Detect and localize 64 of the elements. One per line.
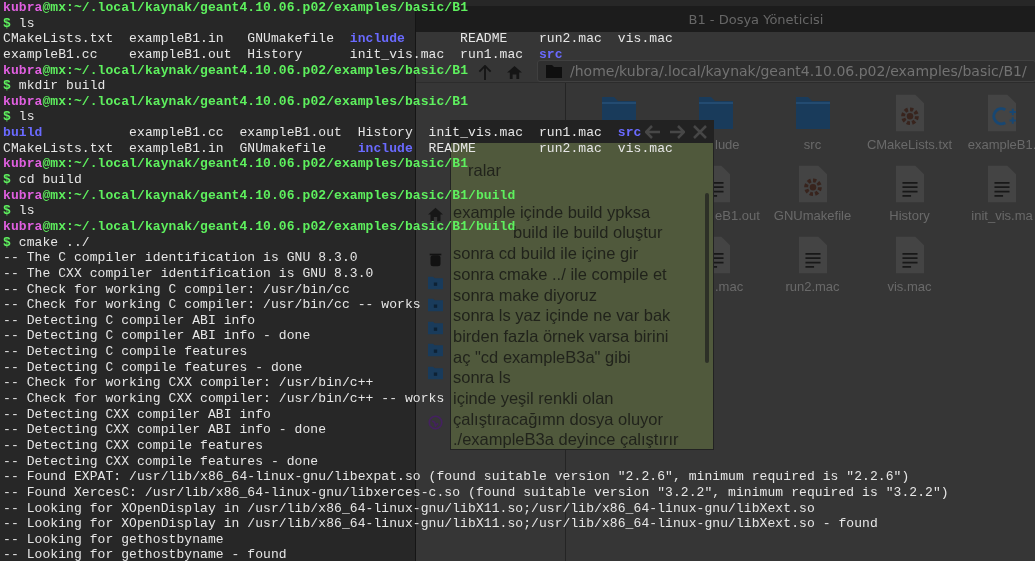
folder-icon[interactable] xyxy=(427,297,444,312)
trash-icon[interactable] xyxy=(427,252,444,267)
settings-file-icon xyxy=(798,165,827,203)
home-button[interactable] xyxy=(506,64,523,81)
terminal-line: kubra@mx:~/.local/kaynak/geant4.10.06.p02/examples/basic/B1 xyxy=(3,156,468,172)
terminal-line: -- Detecting C compiler ABI info - done xyxy=(3,328,311,345)
document-icon xyxy=(798,236,827,274)
terminal-line: $ ls xyxy=(3,109,35,126)
settings-file-icon xyxy=(895,94,924,132)
terminal-line: -- The CXX compiler identification is GNU 8.3.0 xyxy=(3,265,374,282)
terminal-line: $ mkdir build xyxy=(3,78,106,94)
terminal-line: $ ls xyxy=(3,15,35,32)
globe-icon[interactable] xyxy=(427,414,444,430)
terminal-line: -- Detecting CXX compiler ABI info xyxy=(3,406,271,423)
terminal-line: -- Check for working CXX compiler: /usr/bin/c++ xyxy=(3,375,374,391)
terminal-line: -- The C compiler identification is GNU 8.3.0 xyxy=(3,250,358,266)
terminal-line: -- Detecting CXX compiler ABI info - done xyxy=(3,422,327,438)
terminal-line: build exampleB1.cc exampleB1.out History init_vis.mac run1.mac src xyxy=(3,125,642,141)
terminal-line: $ cmake ../ xyxy=(3,234,90,251)
terminal-line: CMakeLists.txt exampleB1.in GNUmakefile include README run2.mac vis.mac xyxy=(3,31,673,47)
terminal-line: -- Looking for gethostbyname - found xyxy=(3,547,287,561)
terminal-line: -- Looking for XOpenDisplay in /usr/lib/x86_64-linux-gnu/libX11.so;/usr/lib/x86_64-linux-gnu/libXext.so - found xyxy=(3,516,878,532)
terminal-line: -- Detecting C compile features - done xyxy=(3,359,303,376)
folder-icon xyxy=(794,97,831,129)
terminal-line: kubra@mx:~/.local/kaynak/geant4.10.06.p02/examples/basic/B1/build xyxy=(3,187,516,204)
folder-icon xyxy=(546,64,562,78)
home-icon xyxy=(506,65,523,80)
close-icon[interactable] xyxy=(693,125,707,139)
terminal-line: -- Check for working CXX compiler: /usr/bin/c++ -- works xyxy=(3,391,445,407)
terminal-line: -- Found XercesC: /usr/lib/x86_64-linux-gnu/libxerces-c.so (found suitable version "3.2.2", minimum required is "3.2.2") xyxy=(3,484,949,501)
left-arrow-icon[interactable] xyxy=(645,125,661,139)
terminal-line: -- Check for working C compiler: /usr/bin/cc xyxy=(3,281,350,298)
terminal-line: $ ls xyxy=(3,203,35,219)
up-button[interactable] xyxy=(478,64,492,81)
source-file-icon xyxy=(988,94,1016,132)
terminal-line: kubra@mx:~/.local/kaynak/geant4.10.06.p02/examples/basic/B1 xyxy=(3,93,468,110)
terminal-line: -- Detecting CXX compile features - done xyxy=(3,453,319,470)
terminal-line: -- Looking for XOpenDisplay in /usr/lib/x86_64-linux-gnu/libX11.so;/usr/lib/x86_64-linux-gnu/libXext.so xyxy=(3,500,815,517)
right-arrow-icon[interactable] xyxy=(669,125,685,139)
note-text: ralar xyxy=(468,161,501,181)
document-icon xyxy=(988,165,1016,203)
folder-icon[interactable] xyxy=(427,274,444,290)
terminal-line: -- Detecting C compile features xyxy=(3,344,248,360)
home-icon[interactable] xyxy=(427,207,444,222)
up-arrow-icon xyxy=(478,65,492,80)
scrollbar[interactable] xyxy=(705,193,709,363)
terminal-line: kubra@mx:~/.local/kaynak/geant4.10.06.p02/examples/basic/B1/build xyxy=(3,218,516,234)
folder-icon[interactable] xyxy=(427,319,444,335)
terminal-line: kubra@mx:~/.local/kaynak/geant4.10.06.p02/examples/basic/B1 xyxy=(3,62,468,79)
terminal-line: exampleB1.cc exampleB1.out History init_vis.mac run1.mac src xyxy=(3,46,563,63)
folder-icon[interactable] xyxy=(427,342,444,357)
terminal-line: -- Found EXPAT: /usr/lib/x86_64-linux-gnu/libexpat.so (found suitable version "2.2.6", minimum required is "2.2.6") xyxy=(3,469,910,485)
document-icon xyxy=(895,236,924,274)
address-field[interactable]: /home/kubra/.local/kaynak/geant4.10.06.p02/examples/basic/B1/ xyxy=(537,60,1035,82)
terminal-line: -- Detecting CXX compile features xyxy=(3,437,264,454)
terminal-line: $ cd build xyxy=(3,172,82,188)
terminal-line: CMakeLists.txt exampleB1.in GNUmakefile include README run2.mac vis.mac xyxy=(3,140,673,157)
terminal-line: -- Detecting C compiler ABI info xyxy=(3,312,256,329)
folder-icon[interactable] xyxy=(427,364,444,380)
document-icon xyxy=(895,165,924,203)
terminal-line: kubra@mx:~/.local/kaynak/geant4.10.06.p02/examples/basic/B1 xyxy=(3,0,468,16)
terminal-line: -- Check for working C compiler: /usr/bin/cc -- works xyxy=(3,297,421,313)
terminal-line: -- Looking for gethostbyname xyxy=(3,531,224,548)
window-title: B1 - Dosya Yöneticisi xyxy=(688,11,824,27)
